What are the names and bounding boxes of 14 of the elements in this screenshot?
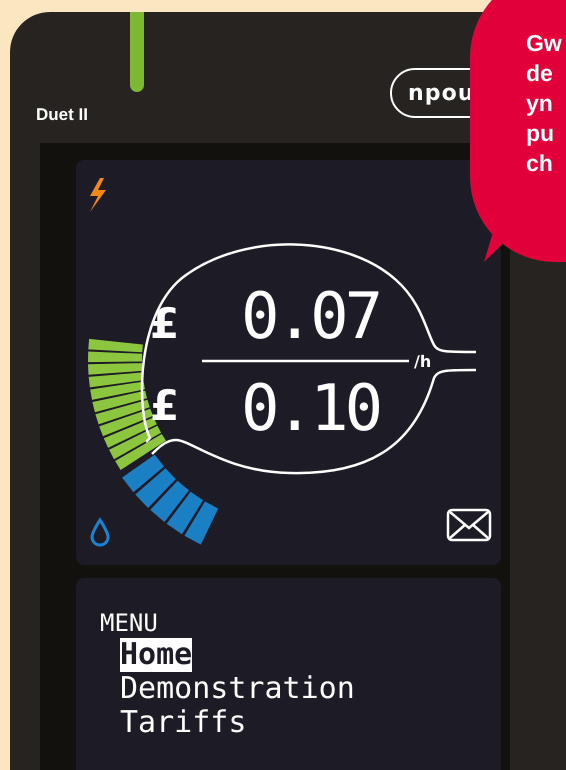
envelope-icon [446, 508, 492, 542]
unit-label: /h [414, 352, 432, 371]
menu-item[interactable]: Demonstration [120, 672, 355, 706]
callout-text: Gw de yn pu ch [526, 29, 562, 178]
cost-reading: 0.10 [241, 372, 380, 446]
menu-item[interactable]: Tariffs [120, 706, 246, 740]
cost-reading: 0.07 [241, 280, 380, 354]
menu-item[interactable]: Home [120, 638, 192, 672]
model-name: Duet II [36, 104, 88, 126]
currency-symbol: £ [150, 381, 180, 430]
water-drop-icon [90, 518, 110, 546]
currency-symbol: £ [150, 299, 180, 348]
electricity-icon [90, 178, 106, 212]
menu-title: MENU [100, 608, 158, 638]
